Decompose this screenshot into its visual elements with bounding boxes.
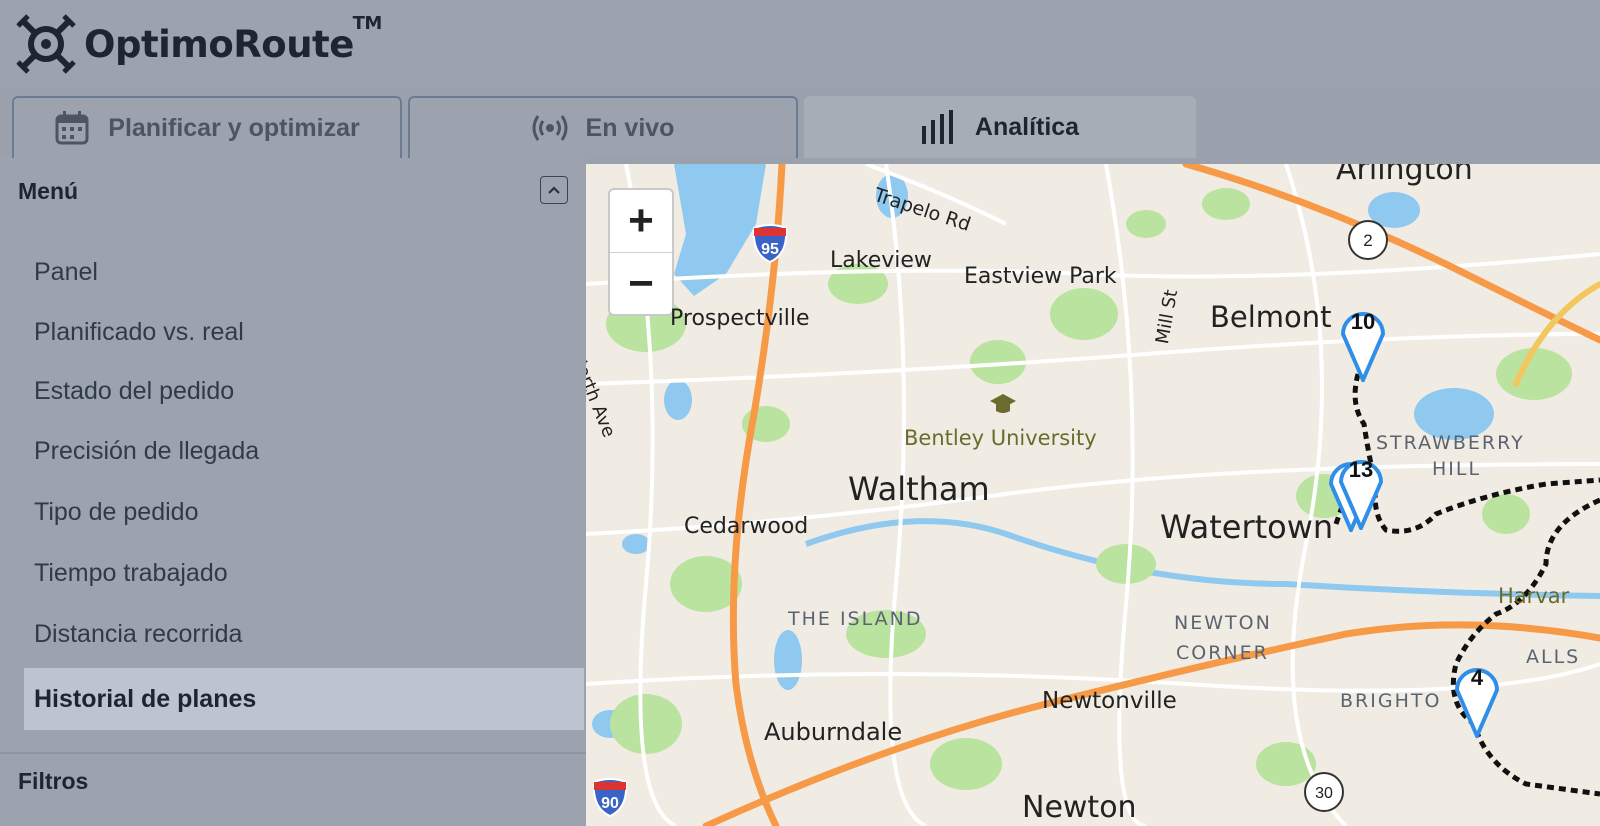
map-marker-13[interactable]: 13 [1336,444,1386,530]
place-label: Arlington [1336,164,1473,187]
logo-text: OptimoRoute TM [84,12,382,66]
place-label: HILL [1432,458,1482,480]
menu-title: Menú [18,178,79,204]
tab-label: Analítica [974,112,1080,141]
sidebar-item-tiempo-trabajado[interactable]: Tiempo trabajado [34,559,228,588]
place-label: NEWTON [1174,612,1272,634]
sidebar-item-precision-de-llegada[interactable]: Precisión de llegada [34,437,259,466]
route-2-shield: 2 [1348,220,1388,260]
interstate-90-shield: 90 [592,778,628,818]
tab-en-vivo[interactable]: En vivo [408,96,798,158]
place-label: Lakeview [830,248,932,273]
shield-30-label: 30 [1315,785,1333,802]
calendar-icon [54,110,90,146]
filters-title[interactable]: Filtros [18,768,88,795]
place-label: Harvar [1498,584,1570,608]
marker-4-label: 4 [1471,665,1484,690]
zoom-in-button[interactable]: + [610,190,672,252]
place-label: CORNER [1176,642,1269,664]
shield-2-label: 2 [1363,231,1372,250]
sidebar-item-tipo-de-pedido[interactable]: Tipo de pedido [34,498,198,527]
bar-chart-icon [921,110,957,144]
place-label: STRAWBERRY [1376,432,1525,454]
sidebar-item-panel[interactable]: Panel [34,258,98,287]
tab-planificar[interactable]: Planificar y optimizar [12,96,402,158]
tab-analitica[interactable]: Analítica [804,96,1196,158]
optimoroute-logo[interactable]: OptimoRoute TM [16,12,382,74]
main-tabs: Planificar y optimizar En vivo Analítica [0,96,1600,158]
tab-label: En vivo [585,113,675,142]
sidebar-item-planificado-vs-real[interactable]: Planificado vs. real [34,318,244,347]
shield-90-label: 90 [601,795,619,812]
place-label: THE ISLAND [788,608,923,630]
map-marker-10[interactable]: 10 [1338,296,1388,382]
interstate-95-shield: 95 [752,224,788,264]
place-label: Belmont [1210,300,1332,334]
place-label: ALLS [1526,646,1581,668]
place-label: Auburndale [764,718,903,746]
place-label: Bentley University [904,426,1097,450]
divider [0,752,586,754]
map-marker-4[interactable]: 4 [1452,652,1502,738]
place-label: Eastview Park [964,264,1117,289]
trademark-mark: TM [352,12,383,34]
place-label: Prospectville [670,306,810,331]
shield-95-label: 95 [761,241,779,258]
university-icon [990,394,1016,413]
place-label: Cedarwood [684,514,809,539]
marker-13-label: 13 [1349,457,1373,482]
place-label: Waltham [848,470,990,508]
place-label: Watertown [1160,508,1334,546]
zoom-out-button[interactable]: − [610,253,672,315]
sidebar-item-estado-del-pedido[interactable]: Estado del pedido [34,377,234,406]
sidebar-item-distancia-recorrida[interactable]: Distancia recorrida [34,620,242,649]
place-label: Newton [1022,790,1137,825]
top-bar: OptimoRoute TM [0,0,1600,88]
place-label: BRIGHTO [1340,690,1442,712]
optimoroute-logo-icon [16,14,76,74]
place-label: Newtonville [1042,688,1177,714]
sidebar-item-historial-de-planes[interactable]: Historial de planes [24,668,584,730]
sidebar-menu: Menú Panel Planificado vs. real Estado d… [0,158,586,826]
route-30-shield: 30 [1304,772,1344,812]
chevron-up-icon [548,186,560,194]
marker-10-label: 10 [1351,309,1375,334]
map-view[interactable]: + − 95 90 2 30 Arlington Trapelo Rd Lake… [586,164,1600,826]
tab-label: Planificar y optimizar [108,113,360,142]
broadcast-icon [532,113,568,143]
collapse-menu-button[interactable] [540,176,568,204]
zoom-control: + − [608,188,674,316]
